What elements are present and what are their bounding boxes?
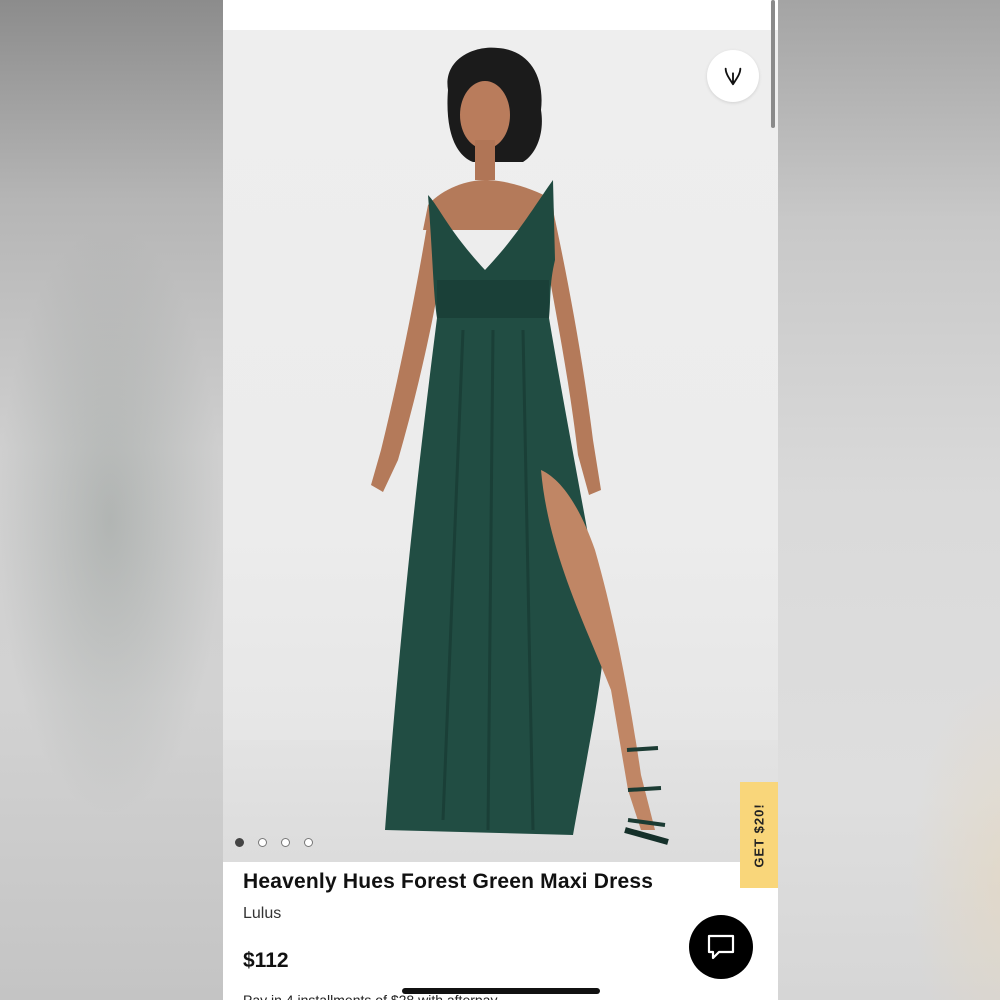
pagination-dot[interactable] <box>304 838 313 847</box>
background-blur-left <box>0 0 223 1000</box>
top-bar <box>223 0 778 30</box>
background-blur-right <box>778 0 1000 1000</box>
scrollbar-thumb[interactable] <box>771 0 775 128</box>
heart-icon <box>724 67 742 86</box>
model-illustration <box>371 47 669 845</box>
product-image[interactable] <box>223 30 778 862</box>
chat-button[interactable] <box>689 915 753 979</box>
phone-screen: GET $20! Heavenly Hues Forest Green Maxi… <box>223 0 778 1000</box>
promo-tab[interactable]: GET $20! <box>740 782 778 888</box>
product-title: Heavenly Hues Forest Green Maxi Dress <box>243 870 654 893</box>
home-indicator <box>402 988 600 994</box>
promo-tab-label: GET $20! <box>751 802 767 868</box>
image-pagination <box>235 838 313 847</box>
pagination-dot[interactable] <box>235 838 244 847</box>
pagination-dot[interactable] <box>281 838 290 847</box>
product-brand[interactable]: Lulus <box>243 905 281 923</box>
favorite-button[interactable] <box>707 50 759 102</box>
product-price: $112 <box>243 949 289 972</box>
chat-bubble-icon <box>707 934 735 960</box>
pagination-dot[interactable] <box>258 838 267 847</box>
